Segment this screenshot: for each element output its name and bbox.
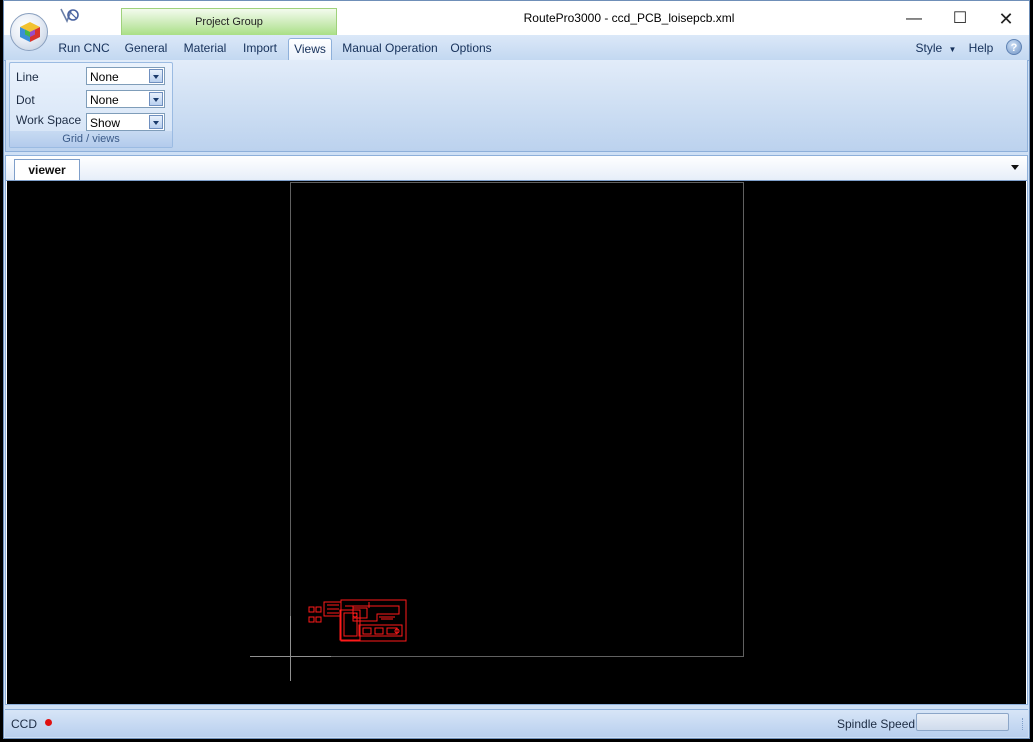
viewer-canvas[interactable] <box>7 181 1026 704</box>
project-group-tab: Project Group <box>121 8 337 35</box>
app-window: Project Group RoutePro3000 - ccd_PCB_loi… <box>3 0 1030 739</box>
help-menu[interactable]: Help <box>964 38 998 59</box>
chevron-down-icon[interactable] <box>149 115 163 129</box>
tab-list-dropdown-icon[interactable] <box>1011 165 1019 170</box>
app-logo-icon[interactable] <box>59 7 81 25</box>
workspace-outline <box>290 182 744 657</box>
tab-material[interactable]: Material <box>180 38 230 59</box>
help-icon[interactable]: ? <box>1006 39 1022 55</box>
tab-run-cnc[interactable]: Run CNC <box>56 38 112 59</box>
ribbon-panel: Line None Dot None Work Space Show Grid … <box>5 60 1028 152</box>
line-select-value: None <box>90 70 119 84</box>
workspace-select-value: Show <box>90 116 121 130</box>
status-bar: CCD Spindle Speed <box>5 709 1028 737</box>
tab-options[interactable]: Options <box>446 38 496 59</box>
tab-views[interactable]: Views <box>288 38 332 61</box>
resize-grip-icon[interactable] <box>1022 718 1026 730</box>
dot-select[interactable]: None <box>86 90 165 108</box>
close-button[interactable]: ✕ <box>983 7 1029 31</box>
spindle-speed-field <box>916 713 1009 731</box>
chevron-down-icon[interactable] <box>149 92 163 106</box>
grid-views-group: Line None Dot None Work Space Show Grid … <box>9 62 173 148</box>
chevron-down-icon[interactable] <box>149 69 163 83</box>
dot-label: Dot <box>16 93 35 107</box>
maximize-button[interactable]: ☐ <box>937 7 983 31</box>
dot-select-value: None <box>90 93 119 107</box>
ribbon-tab-strip: Run CNC General Material Import Views Ma… <box>4 35 1029 61</box>
application-menu-button[interactable] <box>10 13 48 51</box>
tab-viewer[interactable]: viewer <box>14 159 80 180</box>
viewer-panel: viewer <box>5 155 1028 705</box>
ccd-status-indicator-icon <box>45 719 52 726</box>
grid-views-caption: Grid / views <box>10 131 172 147</box>
chevron-down-icon: ▼ <box>948 45 957 54</box>
minimize-button[interactable]: — <box>891 7 937 31</box>
viewer-tab-bar: viewer <box>6 156 1027 181</box>
tab-import[interactable]: Import <box>239 38 281 59</box>
ccd-status-label: CCD <box>11 717 37 731</box>
cube-icon <box>20 22 40 42</box>
line-select[interactable]: None <box>86 67 165 85</box>
workspace-label: Work Space <box>16 113 82 127</box>
title-bar: Project Group RoutePro3000 - ccd_PCB_loi… <box>4 1 1029 35</box>
viewer-drawing <box>250 182 744 681</box>
line-label: Line <box>16 70 39 84</box>
style-menu-label: Style <box>915 41 943 55</box>
dot-row: Dot None <box>13 90 169 108</box>
tab-manual-operation[interactable]: Manual Operation <box>339 38 441 59</box>
workspace-select[interactable]: Show <box>86 113 165 131</box>
workspace-row: Work Space Show <box>13 113 169 131</box>
style-menu[interactable]: Style ▼ <box>914 38 958 59</box>
pcb-drawing <box>308 599 407 642</box>
spindle-speed-label: Spindle Speed <box>837 717 916 731</box>
tab-general[interactable]: General <box>121 38 171 59</box>
window-title: RoutePro3000 - ccd_PCB_loisepcb.xml <box>523 11 735 25</box>
line-row: Line None <box>13 67 169 85</box>
